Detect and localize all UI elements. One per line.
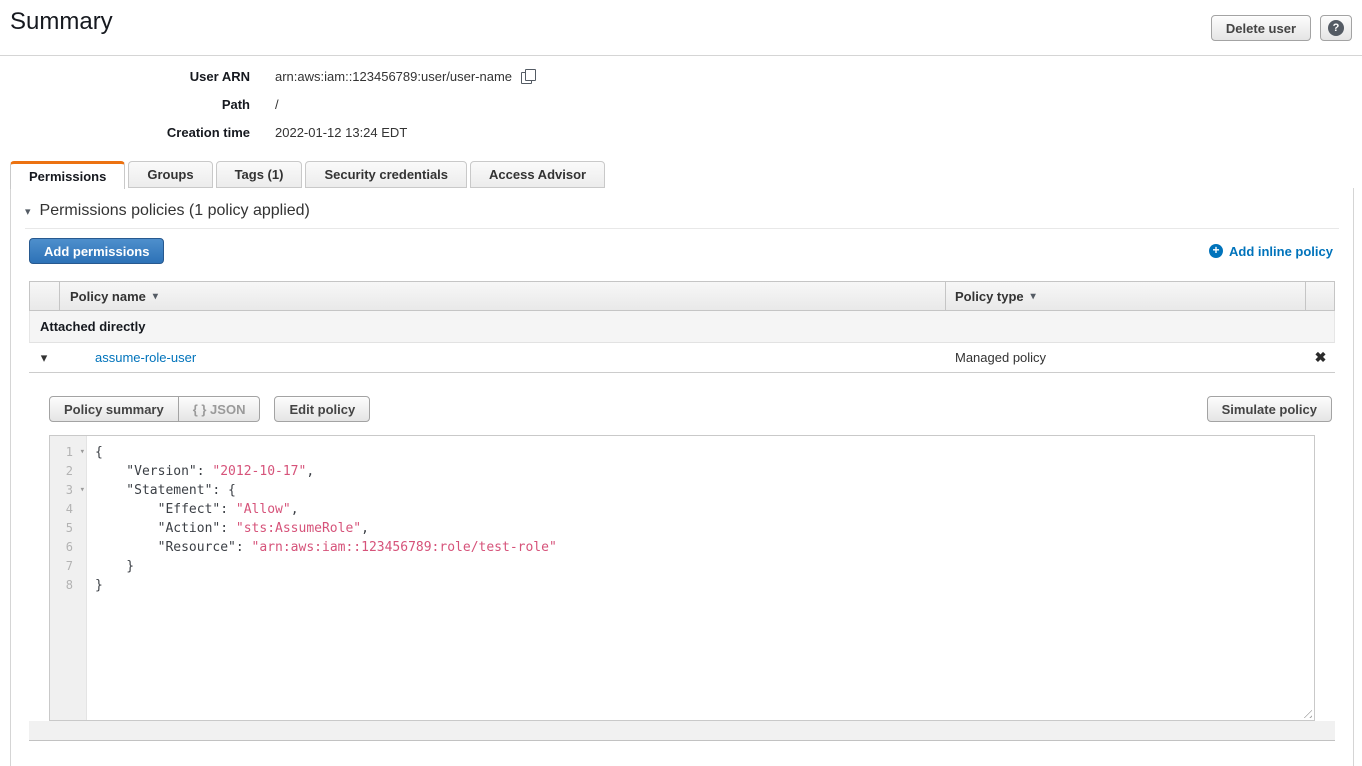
json-view-button[interactable]: { } JSON — [179, 396, 261, 422]
header-spacer-cell — [30, 282, 60, 310]
row-expand-caret[interactable]: ▾ — [29, 350, 59, 366]
editor-gutter: 1▾23▾45678 — [50, 436, 87, 720]
code-line: { — [95, 443, 1314, 462]
help-button[interactable]: ? — [1320, 15, 1352, 41]
creation-time-label: Creation time — [0, 125, 250, 140]
table-row: ▾ assume-role-user Managed policy ✖ — [29, 343, 1335, 373]
tab-access-advisor[interactable]: Access Advisor — [470, 161, 605, 188]
table-footer-strip — [29, 721, 1335, 741]
code-line: "Resource": "arn:aws:iam::123456789:role… — [95, 538, 1314, 557]
code-line: "Effect": "Allow", — [95, 500, 1314, 519]
tab-security-credentials[interactable]: Security credentials — [305, 161, 467, 188]
tab-permissions[interactable]: Permissions — [10, 161, 125, 189]
section-heading: Permissions policies (1 policy applied) — [40, 202, 310, 220]
page-header: Summary Delete user ? — [0, 0, 1362, 56]
header-actions-cell — [1305, 282, 1334, 310]
view-toggle-group: Policy summary { } JSON — [49, 396, 260, 422]
permissions-policies-section-toggle[interactable]: ▾ Permissions policies (1 policy applied… — [25, 202, 1353, 220]
policy-summary-button[interactable]: Policy summary — [49, 396, 179, 422]
sort-caret-icon: ▾ — [153, 291, 158, 302]
json-editor[interactable]: 1▾23▾45678 { "Version": "2012-10-17", "S… — [49, 435, 1315, 721]
expanded-policy-detail: Policy summary { } JSON Edit policy Simu… — [29, 396, 1335, 721]
user-arn-text: arn:aws:iam::123456789:user/user-name — [275, 69, 512, 84]
column-header-policy-type[interactable]: Policy type ▾ — [945, 282, 1305, 310]
line-number: 1▾ — [50, 443, 86, 462]
detach-policy-cell: ✖ — [1306, 349, 1335, 366]
path-value: / — [275, 97, 279, 112]
line-number: 2 — [50, 462, 86, 481]
fold-caret-icon[interactable]: ▾ — [80, 481, 85, 500]
add-inline-policy-label: Add inline policy — [1229, 244, 1333, 259]
line-number: 3▾ — [50, 481, 86, 500]
line-number: 7 — [50, 557, 86, 576]
plus-circle-icon: + — [1209, 244, 1223, 258]
line-number: 6 — [50, 538, 86, 557]
divider — [25, 228, 1339, 229]
permissions-tab-panel: ▾ Permissions policies (1 policy applied… — [10, 188, 1354, 766]
copy-icon[interactable] — [521, 69, 536, 84]
policy-name-link[interactable]: assume-role-user — [95, 350, 196, 365]
field-row-path: Path / — [0, 90, 536, 118]
header-actions: Delete user ? — [1211, 15, 1352, 41]
column-header-policy-name[interactable]: Policy name ▾ — [60, 282, 945, 310]
policy-actions-row: Add permissions + Add inline policy — [29, 238, 1333, 264]
code-line: } — [95, 557, 1314, 576]
sort-caret-icon: ▾ — [1031, 291, 1036, 302]
code-line: "Version": "2012-10-17", — [95, 462, 1314, 481]
tab-tags[interactable]: Tags (1) — [216, 161, 303, 188]
question-mark-icon: ? — [1328, 20, 1344, 36]
chevron-down-icon: ▾ — [25, 205, 31, 218]
field-row-user-arn: User ARN arn:aws:iam::123456789:user/use… — [0, 62, 536, 90]
creation-time-value: 2022-01-12 13:24 EDT — [275, 125, 407, 140]
remove-x-icon[interactable]: ✖ — [1315, 349, 1327, 365]
code-line: } — [95, 576, 1314, 595]
policy-name-cell: assume-role-user — [59, 350, 946, 365]
path-label: Path — [0, 97, 250, 112]
edit-policy-button[interactable]: Edit policy — [274, 396, 370, 422]
policy-view-buttons: Policy summary { } JSON Edit policy Simu… — [49, 396, 1335, 422]
table-header-row: Policy name ▾ Policy type ▾ — [29, 281, 1335, 311]
user-arn-value: arn:aws:iam::123456789:user/user-name — [275, 69, 536, 84]
line-number: 8 — [50, 576, 86, 595]
line-number: 5 — [50, 519, 86, 538]
tab-groups[interactable]: Groups — [128, 161, 212, 188]
code-line: "Action": "sts:AssumeRole", — [95, 519, 1314, 538]
add-inline-policy-link[interactable]: + Add inline policy — [1209, 244, 1333, 259]
line-number: 4 — [50, 500, 86, 519]
field-row-creation-time: Creation time 2022-01-12 13:24 EDT — [0, 118, 536, 146]
simulate-policy-button[interactable]: Simulate policy — [1207, 396, 1332, 422]
editor-code-area: { "Version": "2012-10-17", "Statement": … — [87, 436, 1314, 720]
fold-caret-icon[interactable]: ▾ — [80, 443, 85, 462]
policy-type-header-label: Policy type — [955, 289, 1024, 304]
page-title: Summary — [10, 8, 113, 36]
add-permissions-button[interactable]: Add permissions — [29, 238, 164, 264]
policy-type-cell: Managed policy — [946, 350, 1306, 365]
user-arn-label: User ARN — [0, 69, 250, 84]
delete-user-button[interactable]: Delete user — [1211, 15, 1311, 41]
policies-table: Policy name ▾ Policy type ▾ Attached dir… — [29, 281, 1335, 373]
user-info: User ARN arn:aws:iam::123456789:user/use… — [0, 62, 536, 146]
group-row-attached-directly: Attached directly — [29, 311, 1335, 343]
policy-name-header-label: Policy name — [70, 289, 146, 304]
code-line: "Statement": { — [95, 481, 1314, 500]
tab-strip: Permissions Groups Tags (1) Security cre… — [10, 161, 605, 188]
